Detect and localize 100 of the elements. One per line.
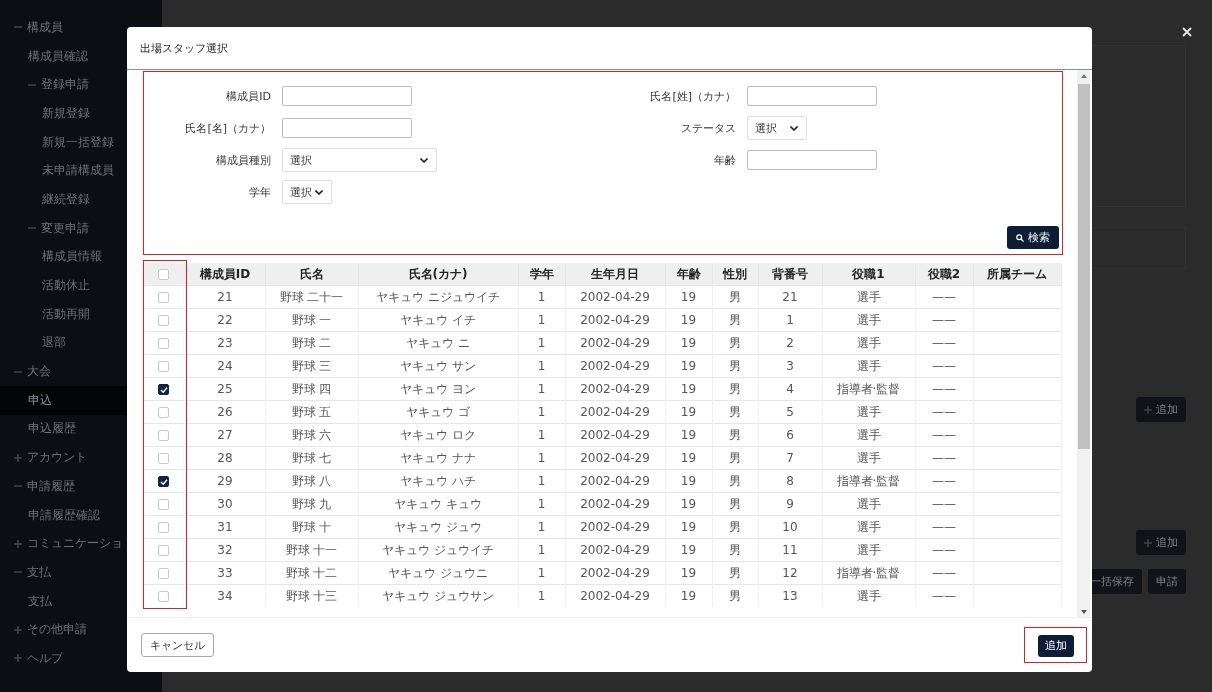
table-cell: —— <box>915 515 973 539</box>
table-cell: 7 <box>758 446 822 470</box>
table-cell: 1 <box>518 584 565 607</box>
table-cell: 1 <box>518 308 565 332</box>
row-checkbox[interactable] <box>158 384 170 395</box>
table-cell: —— <box>915 469 973 493</box>
add-button[interactable]: 追加 <box>1136 397 1186 422</box>
column-header: 学年 <box>518 263 565 286</box>
table-cell: 2002-04-29 <box>565 515 665 539</box>
select-field[interactable]: 選択 <box>282 180 332 204</box>
table-cell: 野球 八 <box>265 469 358 493</box>
table-cell: 19 <box>665 354 712 378</box>
scrollbar-thumb[interactable] <box>1077 84 1090 449</box>
table-cell: ヤキュウ ジュウニ <box>358 561 518 585</box>
table-cell: 選手 <box>822 423 915 447</box>
select-field[interactable]: 選択 <box>282 148 437 172</box>
close-icon[interactable] <box>1182 27 1192 37</box>
input-field[interactable] <box>747 150 877 170</box>
table-cell: 男 <box>712 446 758 470</box>
sidebar-item[interactable]: アカウント <box>0 443 162 472</box>
table-cell: 選手 <box>822 354 915 378</box>
table-cell: 2002-04-29 <box>565 400 665 424</box>
submit-button[interactable]: 申請 <box>1148 569 1186 594</box>
table-cell: 3 <box>758 354 822 378</box>
table-cell: 野球 一 <box>265 308 358 332</box>
table-cell: 1 <box>518 423 565 447</box>
chevron-down-icon <box>315 189 323 195</box>
scrollbar[interactable] <box>1077 70 1090 617</box>
table-cell: 野球 三 <box>265 354 358 378</box>
table-cell: —— <box>915 308 973 332</box>
table-cell: 男 <box>712 423 758 447</box>
table-cell: 1 <box>518 538 565 562</box>
add-button[interactable]: 追加 <box>1136 530 1186 555</box>
sidebar-item[interactable]: 登録申請 <box>0 70 162 100</box>
table-cell: 男 <box>712 331 758 355</box>
table-cell: 12 <box>758 561 822 585</box>
table-cell: 13 <box>758 584 822 607</box>
table-cell: 6 <box>758 423 822 447</box>
table-cell: 19 <box>665 400 712 424</box>
column-header: 役職1 <box>822 263 915 286</box>
sidebar-item[interactable]: 構成員 <box>0 13 162 42</box>
input-field[interactable] <box>282 118 412 138</box>
table-cell: 19 <box>665 285 712 309</box>
table-cell: 26 <box>185 400 265 424</box>
table-cell: 野球 十三 <box>265 584 358 607</box>
field-label: 年齢 <box>713 152 736 168</box>
cancel-button[interactable]: キャンセル <box>141 633 214 657</box>
table-cell: 男 <box>712 285 758 309</box>
table-cell: 1 <box>518 377 565 401</box>
table-cell: —— <box>915 331 973 355</box>
field-label: 氏名[姓]（カナ） <box>649 88 736 104</box>
search-button[interactable]: 検索 <box>1007 226 1059 249</box>
table-cell: 野球 五 <box>265 400 358 424</box>
sidebar-item[interactable]: 申請履歴 <box>0 472 162 501</box>
sidebar-item[interactable]: 大会 <box>0 357 162 386</box>
table-cell: 野球 七 <box>265 446 358 470</box>
table-cell: 2002-04-29 <box>565 538 665 562</box>
table-cell: 2002-04-29 <box>565 377 665 401</box>
modal-title: 出場スタッフ選択 <box>140 40 228 56</box>
table-cell: ヤキュウ キュウ <box>358 492 518 516</box>
table-cell: ヤキュウ ゴ <box>358 400 518 424</box>
table-cell: 19 <box>665 538 712 562</box>
table-cell: 19 <box>665 446 712 470</box>
table-cell: 1 <box>518 331 565 355</box>
table-cell: —— <box>915 538 973 562</box>
column-header: 所属チーム <box>973 263 1061 286</box>
table-cell: 1 <box>518 469 565 493</box>
table-cell: ヤキュウ ナナ <box>358 446 518 470</box>
table-cell: —— <box>915 492 973 516</box>
table-cell: 選手 <box>822 515 915 539</box>
row-checkbox[interactable] <box>158 476 170 487</box>
table-cell: 選手 <box>822 446 915 470</box>
sidebar-item[interactable]: 変更申請 <box>0 213 162 243</box>
table-cell: 19 <box>665 492 712 516</box>
input-field[interactable] <box>747 86 877 106</box>
table-cell: 19 <box>665 515 712 539</box>
field-label: 構成員ID <box>225 88 271 104</box>
table-cell: ヤキュウ ハチ <box>358 469 518 493</box>
sidebar-item[interactable]: コミュニケーショ <box>0 529 162 559</box>
table-cell: 21 <box>758 285 822 309</box>
table-cell: 1 <box>518 285 565 309</box>
table-cell: 19 <box>665 377 712 401</box>
table-cell: 19 <box>665 423 712 447</box>
table-cell: 27 <box>185 423 265 447</box>
table-cell: 2002-04-29 <box>565 446 665 470</box>
input-field[interactable] <box>282 86 412 106</box>
table-cell: 男 <box>712 561 758 585</box>
add-button[interactable]: 追加 <box>1038 634 1074 657</box>
select-all-checkbox[interactable] <box>158 269 170 280</box>
table-cell: 野球 四 <box>265 377 358 401</box>
table-cell: 28 <box>185 446 265 470</box>
scroll-down-icon <box>1080 610 1087 614</box>
column-header: 氏名 <box>265 263 358 286</box>
sidebar-item[interactable]: 支払 <box>0 558 162 587</box>
table-cell: ヤキュウ サン <box>358 354 518 378</box>
table-cell: 男 <box>712 515 758 539</box>
table-cell: 選手 <box>822 492 915 516</box>
select-field[interactable]: 選択 <box>747 116 807 140</box>
table-cell: 25 <box>185 377 265 401</box>
table-cell: ヤキュウ ニ <box>358 331 518 355</box>
